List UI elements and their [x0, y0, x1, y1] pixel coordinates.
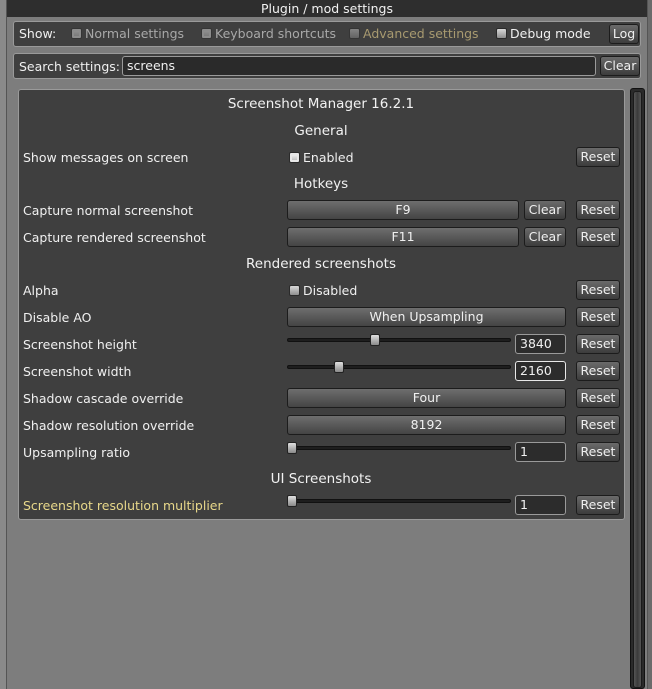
reset-button[interactable]: Reset [576, 415, 620, 435]
clear-button[interactable]: Clear [524, 200, 566, 220]
search-bar: Search settings: screens Clear [13, 53, 641, 79]
plugin-panel: Screenshot Manager 16.2.1 General Show m… [18, 89, 625, 520]
alpha-checkbox[interactable]: Disabled [289, 283, 357, 298]
reset-button[interactable]: Reset [576, 361, 620, 381]
show-messages-label: Show messages on screen [23, 150, 189, 165]
disable-ao-label: Disable AO [23, 310, 92, 325]
reset-button[interactable]: Reset [576, 307, 620, 327]
advanced-settings-label: Advanced settings [363, 26, 479, 41]
reset-button[interactable]: Reset [576, 334, 620, 354]
checkbox-icon [201, 28, 212, 39]
log-button[interactable]: Log [609, 24, 639, 44]
checkbox-icon [289, 285, 300, 296]
checkbox-icon [349, 28, 360, 39]
upsampling-ratio-input[interactable]: 1 [515, 442, 566, 462]
slider-thumb[interactable] [287, 495, 297, 507]
show-messages-value: Enabled [303, 150, 354, 165]
show-filter-bar: Show: Normal settings Keyboard shortcuts… [13, 21, 641, 47]
capture-normal-hotkey-button[interactable]: F9 [287, 200, 519, 220]
slider-thumb[interactable] [334, 361, 345, 373]
ui-multiplier-label: Screenshot resolution multiplier [23, 498, 223, 513]
capture-normal-label: Capture normal screenshot [23, 203, 193, 218]
shadow-cascade-dropdown[interactable]: Four [287, 388, 566, 408]
debug-mode-label: Debug mode [510, 26, 591, 41]
reset-button[interactable]: Reset [576, 200, 620, 220]
screenshot-width-input[interactable]: 2160 [515, 361, 566, 381]
section-rendered: Rendered screenshots [246, 256, 396, 272]
search-label: Search settings: [19, 59, 120, 74]
alpha-value: Disabled [303, 283, 358, 298]
screenshot-height-input[interactable]: 3840 [515, 334, 566, 354]
reset-button[interactable]: Reset [576, 388, 620, 408]
plugin-title: Screenshot Manager 16.2.1 [227, 96, 415, 112]
show-label: Show: [19, 26, 57, 41]
shadow-resolution-dropdown[interactable]: 8192 [287, 415, 566, 435]
reset-button[interactable]: Reset [576, 280, 620, 300]
screenshot-width-slider[interactable] [287, 365, 511, 369]
checkbox-icon [496, 28, 507, 39]
checkbox-icon [71, 28, 82, 39]
section-hotkeys: Hotkeys [293, 176, 349, 192]
screenshot-width-label: Screenshot width [23, 364, 132, 379]
screenshot-height-slider[interactable] [287, 338, 511, 342]
screenshot-height-label: Screenshot height [23, 337, 137, 352]
reset-button[interactable]: Reset [576, 227, 620, 247]
disable-ao-dropdown[interactable]: When Upsampling [287, 307, 566, 327]
scrollbar-thumb[interactable] [633, 91, 642, 688]
clear-button[interactable]: Clear [524, 227, 566, 247]
advanced-settings-toggle[interactable]: Advanced settings [349, 26, 479, 41]
settings-window: Plugin / mod settings Show: Normal setti… [6, 0, 648, 689]
keyboard-shortcuts-toggle[interactable]: Keyboard shortcuts [201, 26, 336, 41]
upsampling-ratio-slider[interactable] [287, 446, 511, 450]
debug-mode-toggle[interactable]: Debug mode [496, 26, 591, 41]
reset-button[interactable]: Reset [576, 495, 620, 515]
ui-multiplier-input[interactable]: 1 [515, 495, 566, 515]
keyboard-shortcuts-label: Keyboard shortcuts [215, 26, 337, 41]
shadow-cascade-label: Shadow cascade override [23, 391, 184, 406]
slider-thumb[interactable] [370, 334, 381, 346]
capture-rendered-label: Capture rendered screenshot [23, 230, 206, 245]
capture-rendered-hotkey-button[interactable]: F11 [287, 227, 519, 247]
alpha-label: Alpha [23, 283, 59, 298]
section-ui-screenshots: UI Screenshots [270, 471, 372, 487]
scrollbar[interactable] [630, 88, 645, 689]
shadow-resolution-label: Shadow resolution override [23, 418, 195, 433]
show-messages-checkbox[interactable]: Enabled [289, 150, 354, 165]
normal-settings-toggle[interactable]: Normal settings [71, 26, 184, 41]
search-clear-button[interactable]: Clear [600, 56, 640, 76]
window-title: Plugin / mod settings [7, 0, 647, 17]
normal-settings-label: Normal settings [85, 26, 185, 41]
slider-thumb[interactable] [287, 442, 297, 454]
reset-button[interactable]: Reset [576, 147, 620, 167]
search-input[interactable]: screens [122, 56, 596, 76]
section-general: General [294, 123, 348, 139]
upsampling-ratio-label: Upsampling ratio [23, 445, 130, 460]
reset-button[interactable]: Reset [576, 442, 620, 462]
checkbox-icon [289, 152, 300, 163]
ui-multiplier-slider[interactable] [287, 499, 511, 503]
